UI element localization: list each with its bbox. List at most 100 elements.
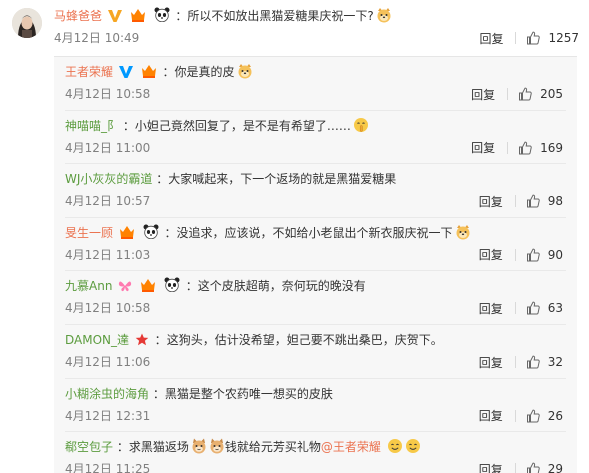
thumbs-up-icon [526,248,540,262]
colon: ： [185,279,198,294]
like-count: 29 [547,462,563,473]
reply-button[interactable]: 回复 [479,30,503,47]
username-link[interactable]: 旻生一顾 [65,226,113,240]
colon: ： [154,333,167,347]
comment-timestamp: 4月12日 10:49 [54,31,140,45]
comment-text: 所以不如放出黑猫爱糖果庆祝一下? [187,9,374,23]
reply-item: 王者荣耀 ：你是真的皮 4月12日 10:58 回复 205 [54,57,577,111]
doge-emoji-icon [455,224,471,245]
reply-text: 没追求，应该说，不如给小老鼠出个新衣服庆祝一下 [176,225,453,240]
thumbs-up-icon [527,31,541,45]
username-link[interactable]: WJ小灰灰的霸道 [65,172,152,186]
reply-line: 旻生一顾 ：没追求，应该说，不如给小老鼠出个新衣服庆祝一下 [65,224,471,245]
username-link[interactable]: 王者荣耀 [65,65,113,79]
like-button[interactable]: 26 [526,409,563,423]
like-count: 32 [547,355,563,369]
smile-emoji-icon [387,438,403,459]
reply-actions: 回复 90 [479,247,563,263]
action-divider [514,302,516,315]
reply-timestamp: 4月12日 11:25 [65,462,151,473]
reply-button[interactable]: 回复 [479,300,503,317]
thumbs-up-icon [519,141,532,155]
reply-text-continued: 钱就给元芳买礼物 [224,440,321,455]
thumbs-up-icon [526,194,540,208]
smile-emoji-icon [405,438,421,459]
reply-timestamp: 4月12日 11:00 [65,140,151,155]
reply-line: 郗空包子 ：求黑猫返场 钱就给元芳买礼物@王者荣耀 [65,438,421,459]
colon: ： [116,440,129,455]
vip-level-icon [141,64,157,83]
like-button[interactable]: 32 [526,355,563,369]
reply-button[interactable]: 回复 [479,354,503,371]
reply-item: 神喵喵_阝 ：小妲己竟然回复了，是不是有希望了…… 4月12日 11:00 回复… [54,111,577,165]
panda-icon [143,224,159,244]
comment-line: 马蜂爸爸 ：所以不如放出黑猫爱糖果庆祝一下? [54,7,392,28]
username-link[interactable]: 九慕Ann [65,279,112,293]
like-button[interactable]: 169 [518,141,563,155]
colon: ： [156,172,169,187]
colon: ： [152,386,165,401]
top-comment: 马蜂爸爸 ：所以不如放出黑猫爱糖果庆祝一下? 4月12日 10:49 回复 12… [0,0,589,50]
comment-actions: 回复 1257 [479,30,579,46]
star-icon [135,333,149,351]
reply-text: 大家喊起来，下一个返场的就是黑猫爱糖果 [168,172,397,187]
doge-emoji-icon [237,63,253,84]
action-divider [507,141,509,154]
reply-timestamp: 4月12日 10:57 [65,194,151,209]
thumbs-up-icon [526,355,540,369]
reply-button[interactable]: 回复 [471,86,495,103]
reply-item: 郗空包子 ：求黑猫返场 钱就给元芳买礼物@王者荣耀 4月12日 11:25 回复… [54,432,577,473]
like-count: 205 [540,87,563,101]
reply-text: 你是真的皮 [174,65,235,79]
reply-button[interactable]: 回复 [479,461,503,473]
panda-icon [164,277,180,297]
like-button[interactable]: 90 [526,248,563,262]
reply-item: 九慕Ann ：这个皮肤超萌，奈何玩的晚没有 4月12日 10:58 回复 63 [54,271,577,325]
thumbs-up-icon [526,462,540,473]
reply-line: 九慕Ann ：这个皮肤超萌，奈何玩的晚没有 [65,277,366,297]
mention-link[interactable]: @王者荣耀 [321,440,381,454]
reply-text: 这狗头，估计没希望，妲己要不跳出桑巴，庆贺下。 [166,333,443,347]
user-avatar[interactable] [12,8,42,38]
like-count: 63 [547,301,563,316]
reply-timestamp: 4月12日 10:58 [65,301,151,316]
like-button[interactable]: 98 [526,194,563,208]
reply-text: 小妲己竟然回复了，是不是有希望了…… [134,118,351,133]
like-count: 1257 [548,31,579,45]
reply-button[interactable]: 回复 [479,246,503,263]
thumbs-up-icon [526,409,540,423]
username-link[interactable]: 小糊涂虫的海角 [65,387,149,401]
reply-actions: 回复 169 [471,140,563,156]
reply-actions: 回复 63 [479,300,563,316]
reply-line: DAMON_達 ：这狗头，估计没希望，妲己要不跳出桑巴，庆贺下。 [65,331,443,351]
like-button[interactable]: 63 [526,301,563,315]
reply-timestamp: 4月12日 11:03 [65,247,151,262]
reply-button[interactable]: 回复 [479,407,503,424]
reply-timestamp: 4月12日 10:58 [65,87,151,101]
username-link[interactable]: 马蜂爸爸 [54,9,102,23]
like-count: 90 [547,247,563,262]
username-link[interactable]: 神喵喵_阝 [65,119,119,133]
reply-actions: 回复 205 [471,86,563,102]
like-button[interactable]: 1257 [526,31,579,45]
username-link[interactable]: 郗空包子 [65,440,113,454]
doge-emoji-icon [376,7,392,28]
reply-actions: 回复 29 [479,461,563,473]
colon: ： [162,65,175,79]
reply-button[interactable]: 回复 [471,139,495,156]
reply-line: WJ小灰灰的霸道 ：大家喊起来，下一个返场的就是黑猫爱糖果 [65,170,396,188]
reply-button[interactable]: 回复 [479,193,503,210]
reply-item: 小糊涂虫的海角 ：黑猫是整个农药唯一想买的皮肤 4月12日 12:31 回复 2… [54,379,577,433]
shush-emoji-icon [353,117,369,138]
action-divider [514,248,516,261]
reply-text: 求黑猫返场 [128,440,189,455]
reply-text: 这个皮肤超萌，奈何玩的晚没有 [197,279,366,294]
reply-item: 旻生一顾 ：没追求，应该说，不如给小老鼠出个新衣服庆祝一下 4月12日 11:0… [54,218,577,272]
like-button[interactable]: 29 [526,462,563,473]
action-divider [514,356,516,368]
action-divider [507,88,509,100]
username-link[interactable]: DAMON_達 [65,333,129,347]
like-button[interactable]: 205 [518,87,563,101]
action-divider [514,463,516,473]
colon: ： [122,118,135,133]
